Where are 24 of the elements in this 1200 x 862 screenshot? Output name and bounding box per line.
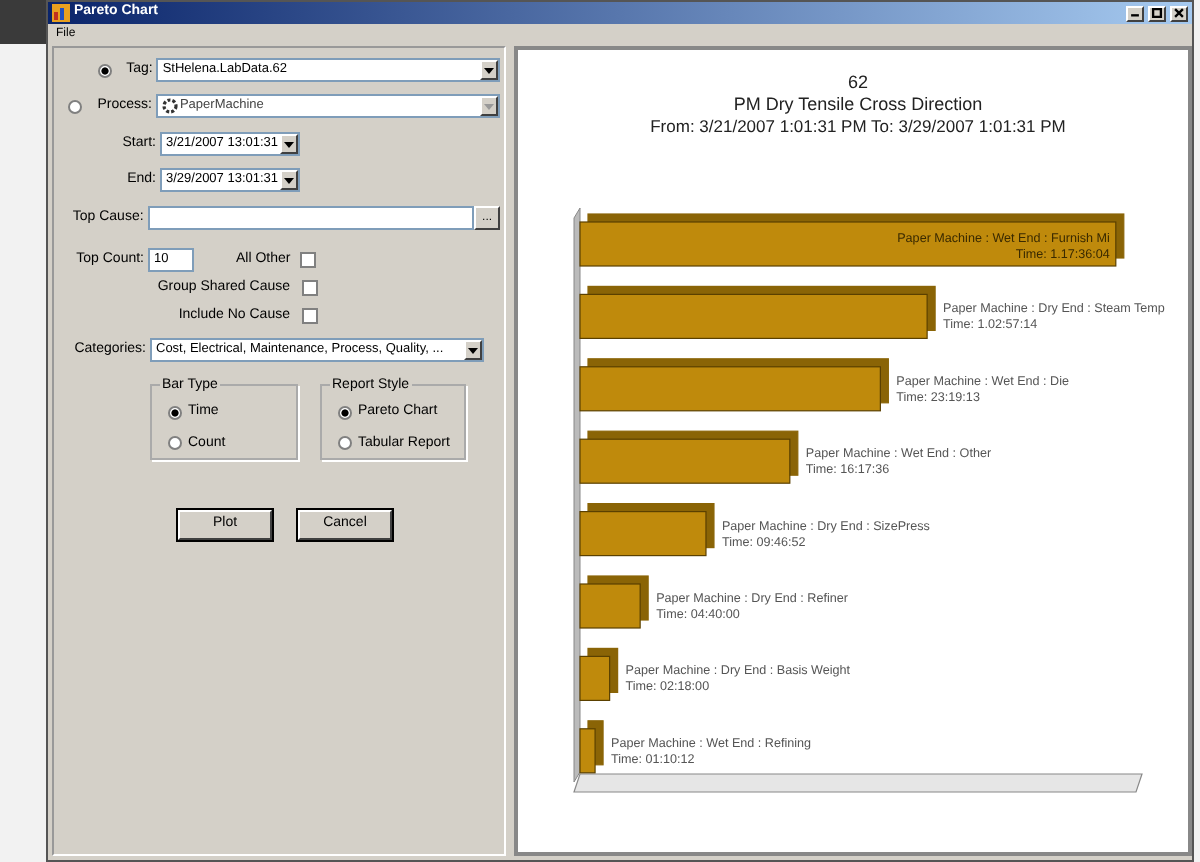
maximize-button[interactable] [1148, 5, 1166, 22]
close-icon [1172, 6, 1186, 21]
chart-title: PM Dry Tensile Cross Direction [733, 94, 983, 114]
checkbox[interactable] [300, 252, 317, 268]
radio-button[interactable] [338, 405, 352, 420]
minimize-button[interactable] [1126, 5, 1144, 22]
close-button[interactable] [1170, 5, 1188, 22]
maximize-icon [1150, 6, 1164, 21]
bar [579, 728, 596, 774]
radio-button[interactable] [98, 63, 112, 77]
desktop-background [0, 0, 46, 44]
checkbox[interactable] [302, 280, 318, 296]
chart-title: 62 [848, 72, 868, 92]
app-icon [52, 4, 70, 23]
radio-button[interactable] [338, 436, 352, 451]
gear-icon [161, 98, 178, 114]
bar [579, 583, 641, 629]
bar [579, 511, 707, 557]
checkbox[interactable] [302, 308, 318, 324]
top-cause-field[interactable] [147, 206, 475, 230]
bar [579, 655, 611, 701]
chart-title: From: 3/21/2007 1:01:31 PM To: 3/29/2007 1:01:31 PM [650, 116, 1066, 136]
radio-button[interactable] [168, 436, 182, 451]
radio-button[interactable] [168, 405, 182, 420]
